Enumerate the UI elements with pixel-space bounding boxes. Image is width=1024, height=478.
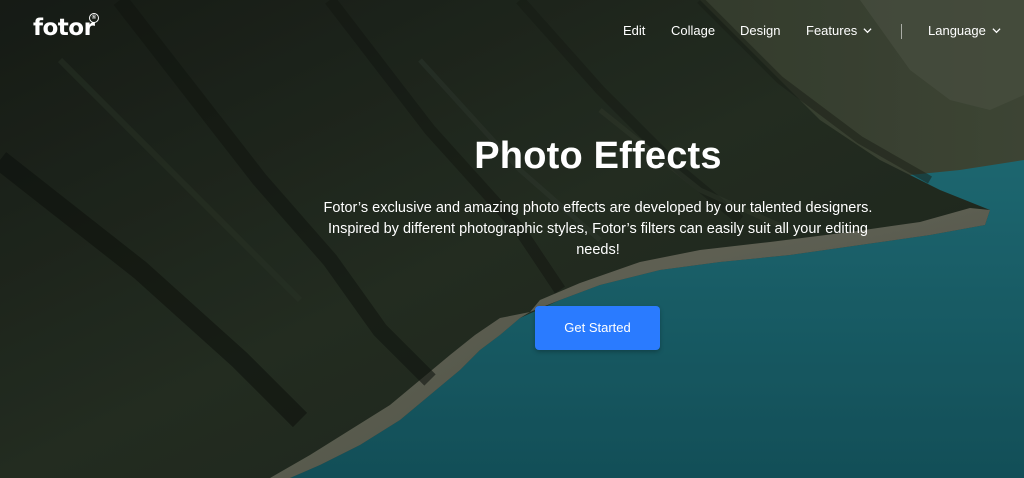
hero-section: fotor ® Edit Collage Design Features Lan… bbox=[0, 0, 1024, 478]
hero-description-line: Inspired by different photographic style… bbox=[328, 221, 868, 237]
site-header: fotor ® Edit Collage Design Features Lan… bbox=[0, 0, 1024, 62]
chevron-down-icon bbox=[992, 27, 1001, 33]
fotor-logo[interactable]: fotor bbox=[33, 14, 95, 42]
page-title: Photo Effects bbox=[474, 135, 722, 177]
nav-features-label: Features bbox=[806, 23, 858, 38]
nav-language-label: Language bbox=[928, 23, 986, 38]
nav-collage[interactable]: Collage bbox=[671, 23, 715, 39]
chevron-down-icon bbox=[863, 27, 872, 33]
nav-features[interactable]: Features bbox=[806, 23, 872, 39]
nav-design[interactable]: Design bbox=[740, 23, 780, 39]
nav-edit[interactable]: Edit bbox=[623, 23, 645, 39]
registered-mark: ® bbox=[89, 13, 99, 23]
hero-description-line: Fotor’s exclusive and amazing photo effe… bbox=[323, 200, 873, 216]
nav-language[interactable]: Language bbox=[928, 23, 1001, 39]
nav-divider bbox=[901, 24, 902, 39]
hero-description: Fotor’s exclusive and amazing photo effe… bbox=[300, 198, 896, 261]
get-started-button[interactable]: Get Started bbox=[535, 306, 660, 350]
hero-description-line: needs! bbox=[576, 242, 620, 258]
